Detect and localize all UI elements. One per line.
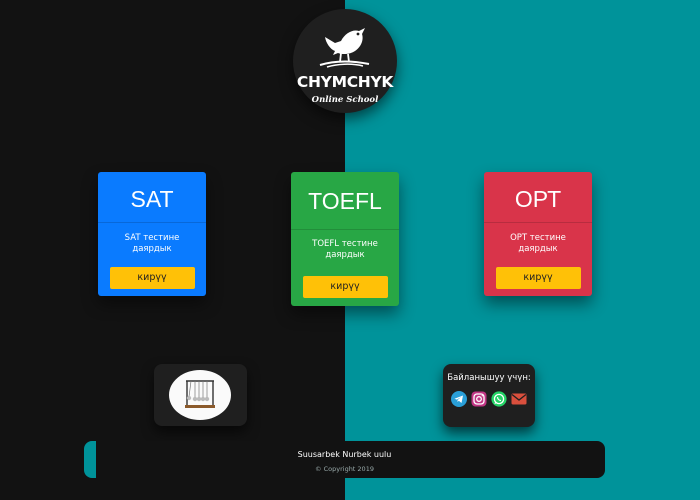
- email-icon[interactable]: [511, 391, 527, 407]
- enter-button-ort[interactable]: кирүү: [495, 267, 581, 289]
- footer: Suusarbek Nurbek uulu © Copyright 2019: [84, 441, 605, 478]
- school-logo[interactable]: CHYMCHYK Online School: [293, 9, 397, 113]
- contacts-title: Байланышуу үчүн:: [447, 373, 531, 383]
- footer-copyright: © Copyright 2019: [315, 465, 374, 473]
- enter-button-toefl[interactable]: кирүү: [302, 276, 388, 298]
- contacts-panel: Байланышуу үчүн:: [443, 364, 535, 427]
- telegram-icon[interactable]: [451, 391, 467, 407]
- card-description: ОРТ тестине даярдык: [510, 233, 566, 254]
- enter-button-sat[interactable]: кирүү: [109, 267, 195, 289]
- instagram-icon[interactable]: [471, 391, 487, 407]
- card-ort: ОРТ ОРТ тестине даярдык кирүү: [484, 172, 592, 296]
- newtons-cradle-badge: [169, 370, 231, 420]
- newtons-cradle-widget: [154, 364, 247, 426]
- whatsapp-icon[interactable]: [491, 391, 507, 407]
- card-title: ОРТ: [484, 172, 592, 223]
- card-title: TOEFL: [291, 172, 399, 230]
- card-title: SAT: [98, 172, 206, 223]
- card-toefl: TOEFL TOEFL тестине даярдык кирүү: [291, 172, 399, 306]
- footer-author: Suusarbek Nurbek uulu: [297, 450, 392, 459]
- logo-subtitle: Online School: [311, 95, 379, 105]
- logo-brand: CHYMCHYK: [296, 73, 394, 91]
- sparrow-bird-icon: [319, 28, 370, 68]
- newtons-cradle-icon: [185, 380, 215, 408]
- card-sat: SAT SAT тестине даярдык кирүү: [98, 172, 206, 296]
- card-description: SAT тестине даярдык: [124, 233, 180, 254]
- contact-icons: [451, 391, 527, 409]
- card-description: TOEFL тестине даярдык: [312, 239, 378, 260]
